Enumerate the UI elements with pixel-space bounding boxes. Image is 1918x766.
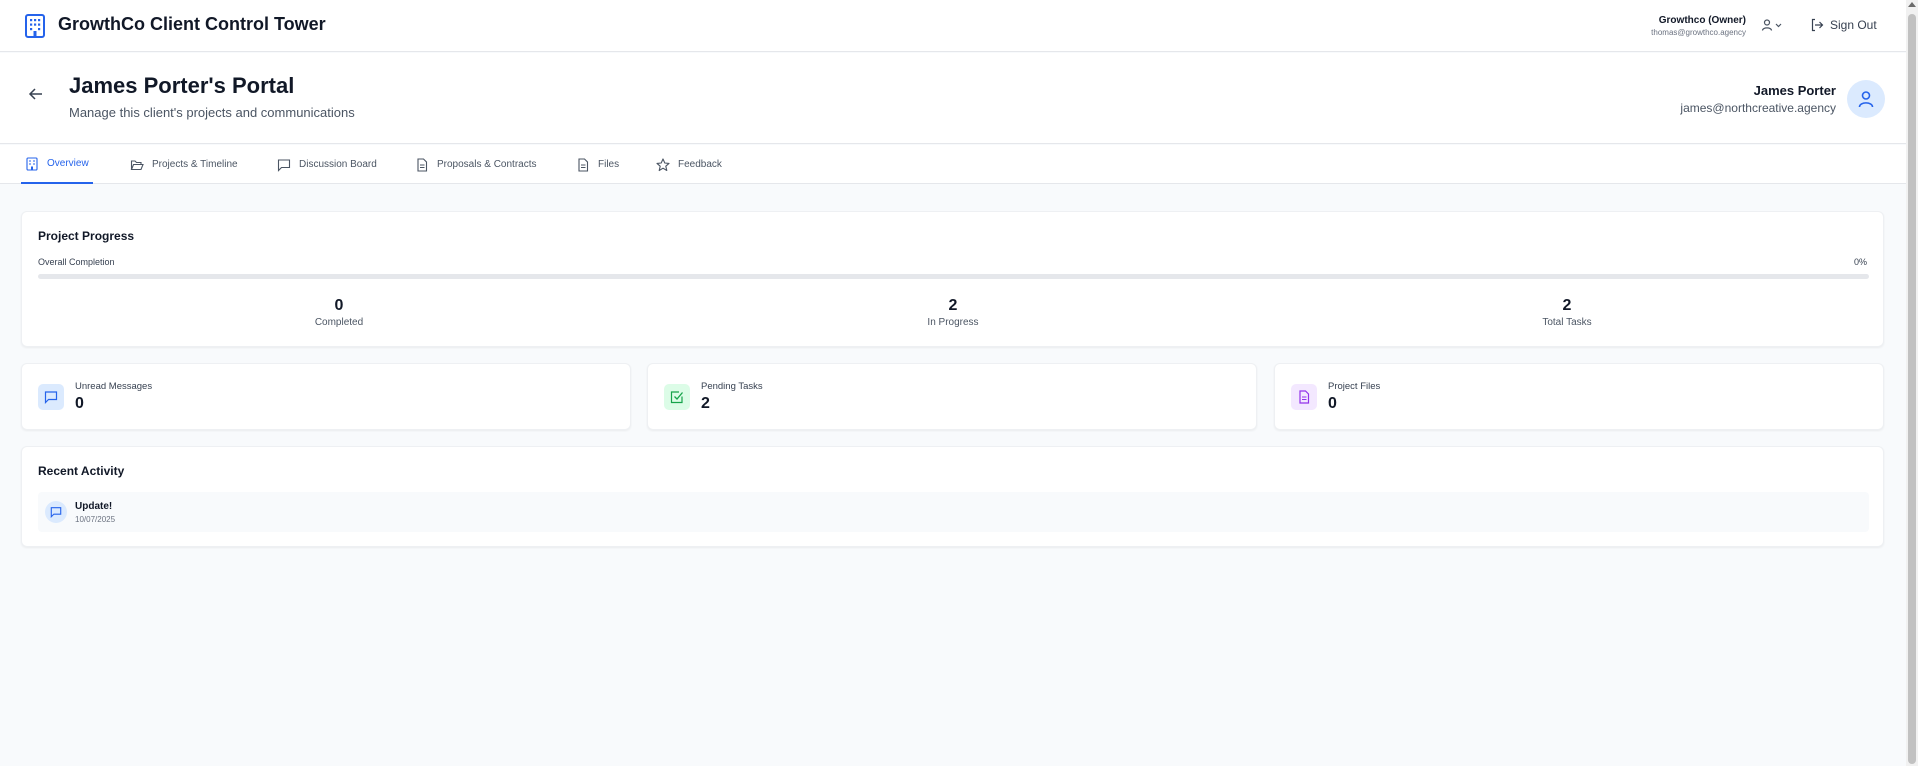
message-square-icon: [277, 158, 291, 172]
overall-completion-label: Overall Completion: [38, 257, 115, 267]
avatar: [1847, 80, 1885, 118]
check-square-icon: [670, 391, 683, 404]
account-name: Growthco (Owner): [1658, 15, 1746, 26]
summary-value: 0: [1328, 395, 1337, 412]
stat-total-tasks: 2 Total Tasks: [1467, 296, 1667, 330]
activity-title: Update!: [75, 501, 113, 512]
summary-value: 0: [75, 395, 84, 412]
project-files-card[interactable]: Project Files 0: [1274, 363, 1884, 430]
summary-label: Project Files: [1328, 381, 1381, 392]
star-icon: [656, 157, 670, 171]
account-email: thomas@growthco.agency: [1651, 28, 1746, 37]
summary-label: Pending Tasks: [701, 381, 763, 392]
tab-bar: Overview Projects & Timeline Discussion …: [0, 145, 1906, 184]
list-item[interactable]: Update! 10/07/2025: [38, 492, 1869, 532]
stat-value: 0: [334, 297, 344, 314]
file-text-icon: [1299, 390, 1310, 404]
scroll-thumb[interactable]: [1908, 14, 1916, 764]
tab-discussion-board[interactable]: Discussion Board: [273, 145, 381, 184]
client-name: James Porter: [1753, 83, 1836, 98]
file-icon: [578, 157, 589, 172]
page-title: James Porter's Portal: [69, 73, 295, 98]
folder-open-icon: [130, 159, 144, 170]
client-header: James Porter's Portal Manage this client…: [0, 53, 1906, 144]
message-square-icon: [50, 507, 62, 518]
tab-feedback[interactable]: Feedback: [652, 145, 726, 184]
client-email: james@northcreative.agency: [1680, 101, 1836, 115]
stat-in-progress: 2 In Progress: [853, 296, 1053, 330]
user-menu-icon[interactable]: [1760, 18, 1784, 32]
sign-out-button[interactable]: Sign Out: [1810, 16, 1877, 34]
building-icon: [26, 156, 38, 171]
stat-completed: 0 Completed: [239, 296, 439, 330]
file-text-icon: [417, 157, 428, 172]
card-title: Recent Activity: [38, 464, 125, 478]
tab-label: Discussion Board: [299, 159, 377, 170]
page-subtitle: Manage this client's projects and commun…: [69, 105, 355, 120]
tab-label: Overview: [47, 158, 89, 169]
tab-projects-timeline[interactable]: Projects & Timeline: [126, 145, 242, 184]
icon-badge: [664, 384, 690, 410]
account-info: Growthco (Owner) thomas@growthco.agency: [1651, 15, 1746, 38]
project-progress-card: Project Progress Overall Completion 0% 0…: [21, 211, 1884, 347]
card-title: Project Progress: [38, 229, 135, 243]
recent-activity-card: Recent Activity Update! 10/07/2025: [21, 446, 1884, 547]
pending-tasks-card[interactable]: Pending Tasks 2: [647, 363, 1257, 430]
stat-label: Completed: [314, 317, 364, 328]
building-icon: [25, 14, 45, 38]
client-identity: James Porter james@northcreative.agency: [1680, 82, 1836, 117]
stat-label: Total Tasks: [1542, 317, 1592, 328]
log-out-icon: [1811, 18, 1824, 32]
tab-label: Feedback: [678, 159, 722, 170]
stat-value: 2: [1562, 297, 1572, 314]
user-icon: [1858, 91, 1874, 108]
tab-label: Projects & Timeline: [152, 159, 238, 170]
icon-badge: [38, 384, 64, 410]
tab-label: Proposals & Contracts: [437, 159, 537, 170]
app-title: GrowthCo Client Control Tower: [58, 14, 326, 34]
scroll-up-arrow[interactable]: [1908, 2, 1916, 7]
progress-bar: [38, 274, 1869, 279]
activity-date: 10/07/2025: [75, 515, 116, 524]
sign-out-label: Sign Out: [1830, 18, 1877, 32]
message-square-icon: [44, 391, 58, 404]
stat-value: 2: [948, 297, 958, 314]
tab-files[interactable]: Files: [572, 145, 623, 184]
stat-label: In Progress: [927, 317, 979, 328]
summary-label: Unread Messages: [75, 381, 153, 392]
tab-label: Files: [598, 159, 620, 170]
tab-proposals-contracts[interactable]: Proposals & Contracts: [411, 145, 541, 184]
icon-badge: [45, 501, 67, 523]
arrow-left-icon[interactable]: [28, 86, 44, 102]
overall-completion-value: 0%: [1853, 257, 1867, 267]
top-bar: GrowthCo Client Control Tower Growthco (…: [0, 0, 1906, 52]
tab-overview[interactable]: Overview: [21, 145, 93, 184]
icon-badge: [1291, 384, 1317, 410]
scrollbar[interactable]: [1906, 0, 1918, 766]
summary-value: 2: [701, 395, 710, 412]
unread-messages-card[interactable]: Unread Messages 0: [21, 363, 631, 430]
